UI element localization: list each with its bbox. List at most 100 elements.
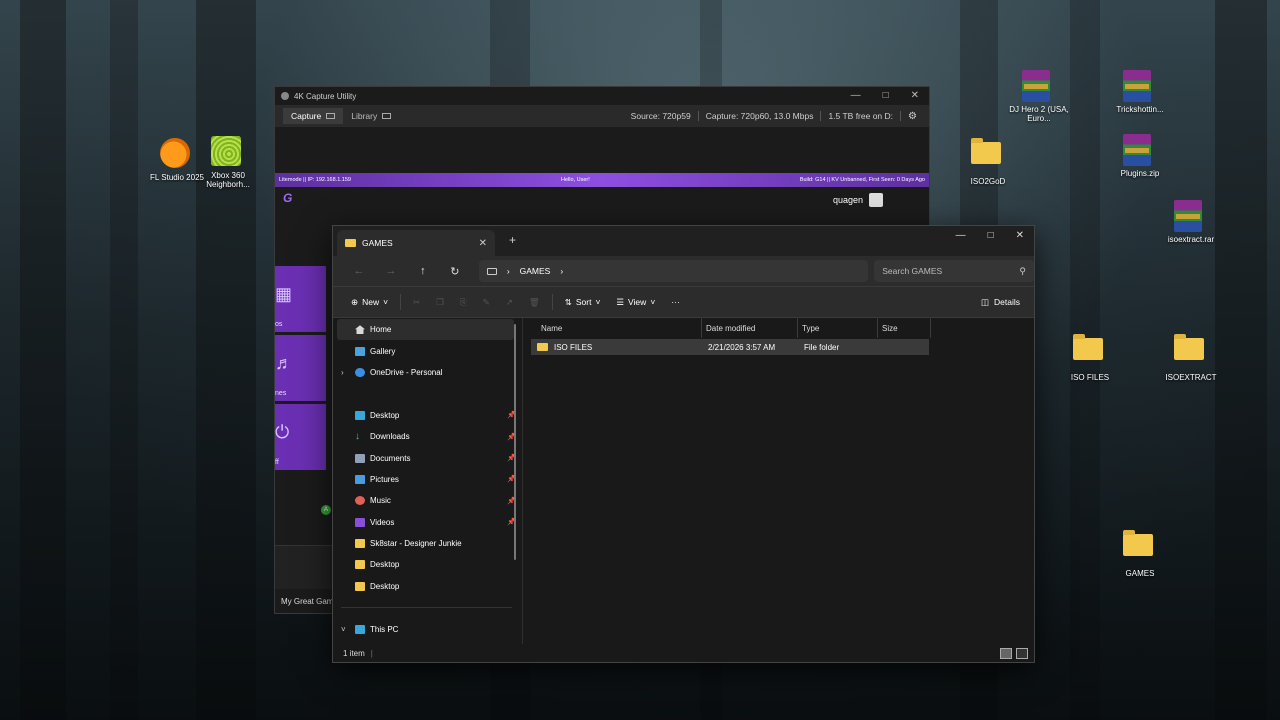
column-label: Size	[882, 323, 898, 333]
view-list-icon: ☰	[616, 296, 625, 307]
navigation-scrollbar[interactable]	[514, 324, 516, 560]
chevron-down-icon[interactable]: ˅	[341, 625, 346, 634]
maximize-icon[interactable]: □	[988, 230, 994, 241]
a-button-icon: A	[321, 505, 331, 515]
tab-library[interactable]: Library	[343, 108, 399, 124]
desktop-icon-label: ISO FILES	[1070, 373, 1110, 382]
column-size[interactable]: Size	[878, 318, 931, 338]
details-button[interactable]: ◫ Details	[981, 297, 1034, 308]
tile-label: nes	[275, 390, 287, 397]
sidebar-item-label: Sk8star - Designer Junkie	[370, 539, 462, 549]
folder-icon	[537, 343, 548, 351]
new-button[interactable]: ⊕ New ˅	[343, 297, 396, 308]
desktop-icon-isoextract[interactable]: ISOEXTRACT	[1152, 330, 1230, 382]
new-tab-button[interactable]: +	[509, 233, 516, 247]
sort-icon: ⇅	[564, 296, 572, 307]
close-tab-icon[interactable]: ✕	[479, 238, 487, 249]
sidebar-item-thispc[interactable]: ˅ This PC	[333, 618, 522, 639]
capture-app-icon	[281, 92, 289, 100]
close-icon[interactable]: ✕	[1016, 230, 1024, 241]
tab-capture[interactable]: Capture	[283, 108, 344, 124]
chevron-right-icon[interactable]: ›	[560, 266, 563, 276]
sidebar-item-desktop[interactable]: Desktop 📌	[333, 405, 522, 426]
details-view-icon[interactable]	[1000, 647, 1012, 659]
desktop-icon-label: Trickshottin...	[1116, 105, 1164, 114]
item-count: 1 item	[343, 648, 365, 658]
desktop-icon-xbox-neighborhood[interactable]: Xbox 360 Neighborh...	[189, 136, 267, 189]
paste-icon[interactable]: ⎘	[452, 297, 475, 308]
status-bar: 1 item |	[333, 644, 1034, 662]
rename-icon[interactable]: ✎	[475, 297, 498, 308]
sidebar-item-home[interactable]: Home	[337, 319, 514, 341]
sidebar-item-downloads[interactable]: ↓ Downloads 📌	[333, 426, 522, 447]
gamepad-icon: ♬	[275, 353, 293, 373]
delete-icon[interactable]: 🗑	[521, 297, 548, 308]
sidebar-item-label: Documents	[370, 453, 411, 463]
desktop-icon-iso2god[interactable]: ISO2GoD	[949, 134, 1027, 186]
explorer-tabbar: GAMES ✕ + — □ ✕	[333, 226, 1034, 256]
chevron-right-icon[interactable]: ›	[507, 266, 510, 276]
sort-button[interactable]: ⇅ Sort ˅	[557, 297, 609, 308]
address-bar[interactable]: › GAMES ›	[478, 260, 869, 282]
dashboard-tile-power[interactable]: ⏻ ff	[275, 404, 326, 470]
column-date[interactable]: Date modified	[702, 318, 798, 338]
table-row[interactable]: ISO FILES 2/21/2026 3:57 AM File folder	[531, 339, 929, 355]
file-name: ISO FILES	[554, 342, 593, 352]
cut-icon[interactable]: ✂	[405, 297, 428, 308]
desktop-icon-iso-files[interactable]: ISO FILES	[1051, 330, 1129, 382]
sidebar-item-onedrive[interactable]: › OneDrive - Personal	[333, 362, 522, 383]
refresh-icon[interactable]: ↻	[439, 265, 471, 278]
sidebar-item-label: This PC	[370, 624, 399, 634]
back-arrow-icon[interactable]: ←	[343, 265, 375, 277]
avatar	[869, 193, 883, 207]
sidebar-item-label: Pictures	[370, 474, 399, 484]
desktop-icon-isoextract-rar[interactable]: isoextract.rar	[1152, 200, 1230, 244]
view-label: View	[628, 297, 647, 307]
game-title: My Great Gam	[281, 597, 334, 606]
sidebar-item-gallery[interactable]: Gallery	[333, 340, 522, 361]
dashboard-tile-apps[interactable]: ▦ os	[275, 266, 326, 332]
desktop-icon-games[interactable]: GAMES	[1101, 526, 1179, 578]
sidebar-item-folder[interactable]: Desktop	[333, 554, 522, 575]
up-arrow-icon[interactable]: ↑	[407, 265, 439, 277]
banner-center: Hello, User!	[561, 177, 590, 183]
sidebar-item-documents[interactable]: Documents 📌	[333, 447, 522, 468]
column-label: Name	[541, 323, 563, 333]
tab-games[interactable]: GAMES ✕	[337, 230, 495, 256]
column-label: Date modified	[706, 323, 756, 333]
search-input[interactable]: Search GAMES ⚲	[874, 260, 1035, 282]
desktop-icon-trickshottin[interactable]: Trickshottin...	[1101, 70, 1179, 114]
minimize-icon[interactable]: —	[851, 90, 861, 101]
breadcrumb-games[interactable]: GAMES	[520, 266, 551, 276]
desktop-icon-dj-hero[interactable]: DJ Hero 2 (USA, Euro...	[1000, 70, 1078, 123]
forward-arrow-icon[interactable]: →	[375, 265, 407, 277]
sidebar-item-folder[interactable]: Sk8star - Designer Junkie	[333, 533, 522, 554]
folder-icon	[971, 138, 1005, 174]
cell-name: ISO FILES	[531, 339, 702, 355]
sidebar-item-pictures[interactable]: Pictures 📌	[333, 469, 522, 490]
column-type[interactable]: Type	[798, 318, 878, 338]
sidebar-item-folder[interactable]: Desktop	[333, 576, 522, 597]
chevron-right-icon[interactable]: ›	[341, 368, 344, 377]
column-name[interactable]: Name	[537, 318, 702, 338]
more-options-button[interactable]: ···	[663, 297, 688, 307]
gear-icon[interactable]: ⚙	[901, 111, 929, 122]
sidebar-item-label: Desktop	[370, 581, 400, 591]
capture-title: 4K Capture Utility	[294, 91, 357, 101]
view-button[interactable]: ☰ View ˅	[608, 297, 663, 308]
tab-capture-label: Capture	[291, 111, 322, 121]
maximize-icon[interactable]: □	[883, 90, 889, 101]
g-logo-icon: G	[283, 191, 293, 205]
tiles-view-icon[interactable]	[1016, 647, 1028, 659]
dashboard-tile-games[interactable]: ♬ nes	[275, 335, 326, 401]
share-icon[interactable]: ↗	[498, 297, 521, 308]
sidebar-item-music[interactable]: Music 📌	[333, 490, 522, 511]
desktop-icon-plugins-zip[interactable]: Plugins.zip	[1101, 134, 1179, 178]
chevron-down-icon: ˅	[383, 297, 389, 307]
dashboard-banner: Litemode || IP: 192.168.1.159 Hello, Use…	[275, 173, 929, 187]
copy-icon[interactable]: ❐	[428, 297, 452, 308]
sidebar-item-videos[interactable]: Videos 📌	[333, 512, 522, 533]
tab-library-label: Library	[351, 111, 378, 121]
minimize-icon[interactable]: —	[956, 230, 966, 241]
close-icon[interactable]: ✕	[911, 90, 919, 101]
